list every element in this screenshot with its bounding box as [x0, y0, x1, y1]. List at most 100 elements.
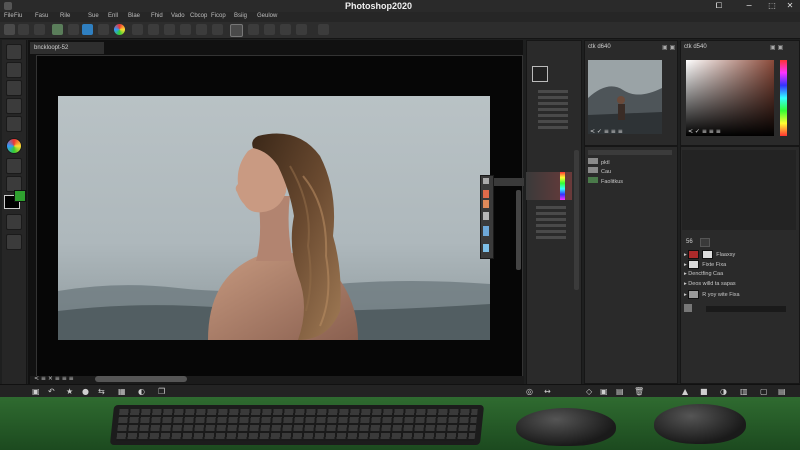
panel-scrollbar[interactable] [574, 150, 579, 290]
folder-item[interactable]: Cau [588, 167, 611, 175]
adjust-icon[interactable]: ◎ [526, 387, 533, 396]
text-icon[interactable] [280, 24, 291, 35]
color-wheel-icon[interactable] [114, 24, 125, 35]
move-icon[interactable] [4, 24, 15, 35]
navigator-panel-tab[interactable]: ctk d640 [588, 44, 611, 50]
document-tab[interactable]: bnckloopt-52 [30, 42, 104, 54]
mini-tool-icon[interactable] [483, 178, 489, 184]
new-doc-icon[interactable]: ▤ [616, 387, 624, 396]
layer-row[interactable]: ▸ R yoy wite Fixa [684, 290, 794, 299]
layer-delete-icon[interactable]: ▤ [778, 387, 786, 396]
crop-icon[interactable] [98, 24, 109, 35]
layer-fx-icon[interactable]: ▲ [682, 387, 688, 396]
brush-size-icon[interactable]: ● [82, 387, 89, 396]
duplicate-icon[interactable]: ❐ [158, 387, 165, 396]
properties-icon[interactable] [532, 66, 548, 82]
navigator-controls[interactable]: < ✓ ≡ ≡ ≡ [590, 128, 623, 135]
new-layer-icon[interactable] [684, 304, 692, 312]
layer-lock-icon[interactable] [700, 238, 710, 247]
menu-item[interactable]: File [4, 13, 14, 19]
layer-row[interactable]: ▸ Flaaxsy [684, 250, 794, 259]
maximize-icon[interactable]: ⬚ [768, 2, 776, 10]
menu-item[interactable]: Vado [171, 13, 185, 19]
marquee-icon[interactable] [18, 24, 29, 35]
trash-icon[interactable]: 🗑 [634, 387, 644, 396]
menu-item[interactable]: Fiu [14, 13, 22, 19]
navigator-thumbnail[interactable] [588, 60, 662, 134]
undo-icon[interactable]: ↶ [48, 387, 55, 396]
layer-new-icon[interactable]: ▢ [760, 387, 768, 396]
layer-mask-add-icon[interactable]: ■ [700, 387, 708, 396]
restore-icon[interactable]: ⧠ [715, 2, 723, 10]
layer-row[interactable]: ▸ Fixte Fixa [684, 260, 794, 269]
star-icon[interactable]: ★ [66, 387, 73, 396]
flip-icon[interactable]: ⇆ [98, 387, 105, 396]
layer-adjust-icon[interactable]: ◑ [720, 387, 727, 396]
layer-opacity-field[interactable] [706, 306, 786, 312]
hand-tool-icon[interactable] [6, 234, 22, 250]
pen-icon[interactable] [212, 24, 223, 35]
layer-group-icon[interactable]: ▥ [740, 387, 748, 396]
color-menu-icon[interactable]: ▣ ▣ [770, 44, 783, 51]
canvas-vertical-scrollbar[interactable] [516, 190, 521, 270]
menu-item[interactable]: Bsiig [234, 13, 247, 19]
menu-item[interactable]: Cbcop [190, 13, 207, 19]
dodge-icon[interactable] [196, 24, 207, 35]
move-tool-icon[interactable] [6, 44, 22, 60]
link-icon[interactable]: ↔ [544, 387, 551, 396]
menu-item[interactable]: Enll [108, 13, 118, 19]
new-group-icon[interactable]: ▣ [600, 387, 608, 396]
navigator-menu-icon[interactable]: ▣ ▣ [662, 44, 675, 51]
canvas-photo[interactable] [58, 96, 490, 340]
zoom-tool-icon[interactable] [6, 214, 22, 230]
eraser-icon[interactable] [68, 24, 79, 35]
color-picker-field[interactable] [686, 60, 774, 136]
shape-icon[interactable] [296, 24, 307, 35]
swatch-gray[interactable] [483, 212, 489, 220]
zoom-out-icon[interactable]: ▣ [32, 387, 40, 396]
lasso-tool-icon[interactable] [6, 80, 22, 96]
swatch-orange[interactable] [483, 200, 489, 208]
brush-tool-icon[interactable] [6, 158, 22, 174]
hue-slider[interactable] [780, 60, 787, 136]
mini-color-picker[interactable] [526, 172, 572, 200]
menu-item[interactable]: Ficop [211, 13, 226, 19]
menu-item[interactable]: Fhid [151, 13, 163, 19]
layer-row[interactable]: ▸ Denctfing Caa [684, 270, 794, 279]
color-tool-icon[interactable] [6, 138, 22, 154]
grid-icon[interactable]: ▦ [118, 387, 126, 396]
heal-icon[interactable] [148, 24, 159, 35]
minimize-icon[interactable]: − [745, 2, 753, 10]
menu-item[interactable]: Sue [88, 13, 99, 19]
menu-item[interactable]: Geulow [257, 13, 277, 19]
menu-item[interactable]: Fasu [35, 13, 48, 19]
wand-tool-icon[interactable] [6, 98, 22, 114]
folder-item[interactable]: pktl [588, 158, 610, 166]
mini-hue-slider[interactable] [560, 172, 565, 200]
menu-item[interactable]: Blae [128, 13, 140, 19]
swatch-blue[interactable] [483, 226, 489, 236]
foreground-color-swatch[interactable] [14, 190, 26, 202]
menu-item[interactable]: Rile [60, 13, 70, 19]
swatch-light-blue[interactable] [483, 244, 489, 252]
brush-icon[interactable] [52, 24, 63, 35]
hand-icon[interactable] [248, 24, 259, 35]
blur-icon[interactable] [180, 24, 191, 35]
layer-row[interactable]: ▸ Deos willd ta sapas [684, 280, 794, 289]
close-icon[interactable]: ✕ [786, 2, 794, 10]
lasso-icon[interactable] [34, 24, 45, 35]
crop-tool-icon[interactable] [6, 116, 22, 132]
zoom-icon[interactable] [230, 24, 243, 37]
color-panel-tab[interactable]: ctk d540 [684, 44, 707, 50]
layer-icon[interactable] [82, 24, 93, 35]
swatch-red[interactable] [483, 190, 489, 198]
gradient-icon[interactable] [164, 24, 175, 35]
stamp-icon[interactable] [132, 24, 143, 35]
rotate-icon[interactable] [264, 24, 275, 35]
mask-icon[interactable]: ◐ [138, 387, 145, 396]
color-controls[interactable]: < ✓ ≡ ≡ ≡ [688, 128, 721, 135]
folder-item[interactable]: Faolitkus [588, 177, 623, 185]
settings-icon[interactable] [318, 24, 329, 35]
horizontal-scrollbar[interactable] [95, 376, 187, 382]
marquee-tool-icon[interactable] [6, 62, 22, 78]
